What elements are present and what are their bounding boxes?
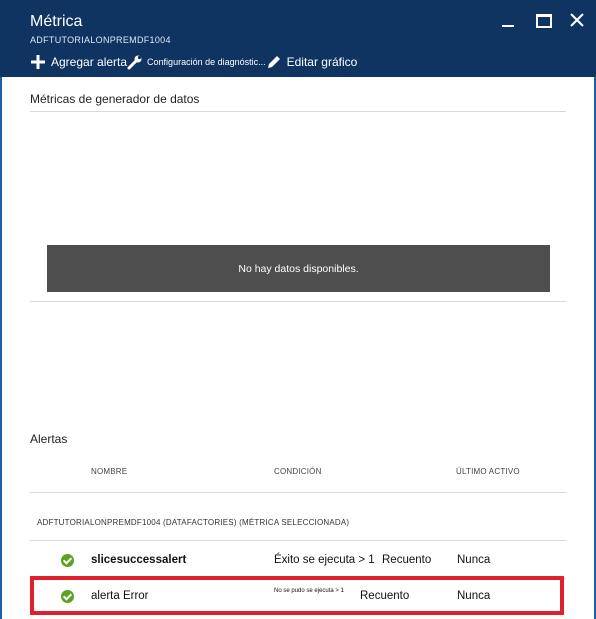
diagnostic-settings-label: Configuración de diagnóstic... <box>147 57 266 67</box>
alert-name: slicesuccessalert <box>91 554 187 566</box>
edit-chart-button[interactable]: Editar gráfico <box>266 54 358 70</box>
check-icon <box>61 554 74 567</box>
divider <box>30 111 566 112</box>
alert-row[interactable]: slicesuccessalert Éxito se ejecuta > 1 R… <box>30 542 566 578</box>
highlight-box <box>30 576 564 615</box>
close-icon <box>570 13 584 27</box>
alert-condition: Éxito se ejecuta > 1 <box>274 554 375 566</box>
column-header-condition: CONDICIÓN <box>274 467 322 476</box>
pencil-icon <box>267 56 280 68</box>
chart-title: Métricas de generador de datos <box>30 92 200 106</box>
add-alert-label: Agregar alerta <box>51 55 128 69</box>
minimize-button[interactable] <box>498 10 518 30</box>
wrench-icon <box>127 55 142 70</box>
plus-icon <box>31 55 45 69</box>
no-data-message: No hay datos disponibles. <box>47 245 550 292</box>
alert-aggregation: Recuento <box>382 554 432 566</box>
divider <box>30 492 566 493</box>
maximize-button[interactable] <box>533 10 553 30</box>
add-alert-button[interactable]: Agregar alerta <box>30 54 127 70</box>
alert-last-active: Nunca <box>457 554 491 566</box>
column-header-last-active: ÚLTIMO ACTIVO <box>456 467 520 476</box>
edit-chart-label: Editar gráfico <box>286 55 358 69</box>
command-bar: Agregar alerta Configuración de diagnóst… <box>30 53 357 71</box>
column-header-name: NOMBRE <box>91 467 128 476</box>
diagnostic-settings-button[interactable]: Configuración de diagnóstic... <box>127 54 266 70</box>
blade-subtitle: ADFTUTORIALONPREMDF1004 <box>30 35 171 45</box>
alerts-title: Alertas <box>30 432 68 446</box>
divider <box>30 540 566 541</box>
blade-title: Métrica <box>30 13 83 30</box>
divider <box>30 301 566 302</box>
close-button[interactable] <box>567 10 587 30</box>
blade-header: Métrica ADFTUTORIALONPREMDF1004 Agregar … <box>0 0 596 77</box>
alert-group-label: ADFTUTORIALONPREMDF1004 (DATAFACTORIES) … <box>37 518 350 527</box>
